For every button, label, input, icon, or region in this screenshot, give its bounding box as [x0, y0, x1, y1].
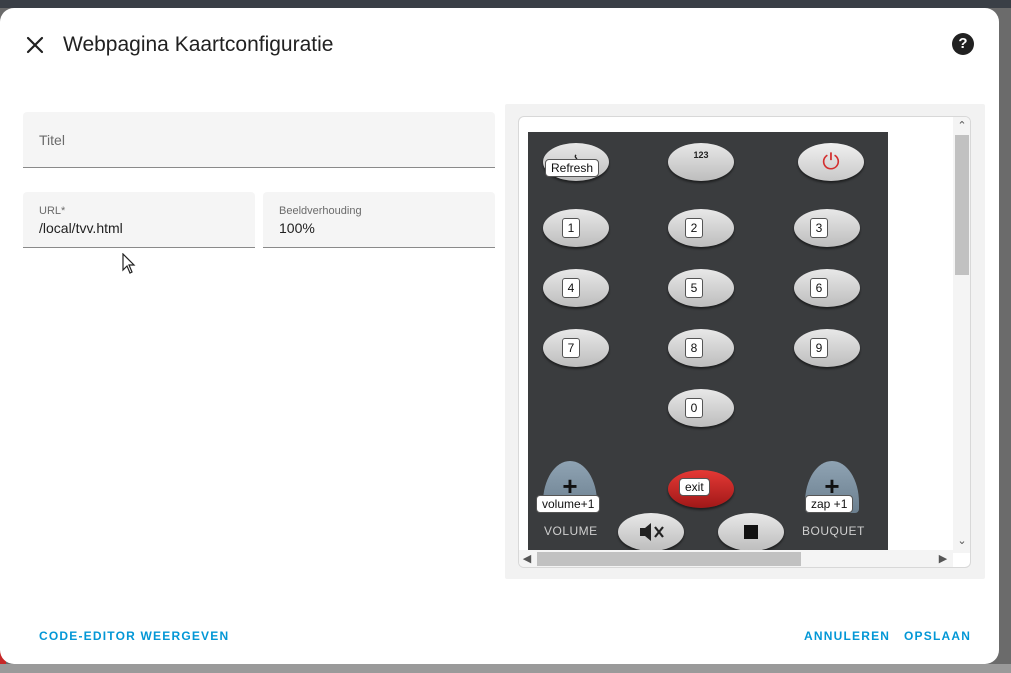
save-button[interactable]: OPSLAAN — [904, 629, 971, 643]
mouse-cursor-icon — [122, 253, 136, 274]
key-5-label: 5 — [685, 278, 703, 298]
scroll-left-icon[interactable]: ◀ — [519, 551, 535, 567]
close-button[interactable] — [22, 32, 48, 58]
stop-button[interactable] — [718, 513, 784, 550]
close-icon — [26, 36, 44, 54]
refresh-tooltip: Refresh — [545, 159, 600, 177]
key-2-label: 2 — [685, 218, 703, 238]
key-1-label: 1 — [562, 218, 580, 238]
backdrop-bottom — [0, 664, 1011, 673]
key-0-label: 0 — [685, 398, 703, 418]
mute-button[interactable] — [618, 513, 684, 550]
vertical-scroll-thumb[interactable] — [955, 135, 969, 275]
mute-icon — [640, 523, 664, 541]
horizontal-scroll-thumb[interactable] — [537, 552, 801, 566]
card-preview: ⌇ 123 ⏻ Refresh 1 2 3 4 5 — [505, 104, 985, 579]
numpad-button[interactable]: 123 — [668, 143, 734, 181]
url-field-value: /local/tvv.html — [39, 220, 123, 236]
key-4-label: 4 — [562, 278, 580, 298]
preview-vertical-scrollbar[interactable]: ⌃ ⌄ — [953, 117, 970, 553]
title-field-label: Titel — [39, 132, 65, 148]
backdrop-top — [0, 0, 1011, 8]
url-field-label: URL* — [39, 205, 66, 217]
key-9-label: 9 — [810, 338, 828, 358]
scroll-up-icon[interactable]: ⌃ — [954, 118, 970, 134]
stop-icon — [744, 525, 758, 539]
url-field[interactable]: URL* /local/tvv.html — [23, 192, 255, 248]
power-icon: ⏻ — [822, 149, 840, 174]
volume-up-tooltip: volume+1 — [536, 495, 601, 513]
remote-control: ⌇ 123 ⏻ Refresh 1 2 3 4 5 — [528, 125, 888, 550]
bouquet-label: BOUQUET — [802, 524, 865, 538]
key-7-label: 7 — [562, 338, 580, 358]
numpad-icon: 123 — [693, 150, 709, 160]
title-field[interactable]: Titel — [23, 112, 495, 168]
volume-label: VOLUME — [544, 524, 598, 538]
aspect-ratio-label: Beeldverhouding — [279, 205, 362, 217]
preview-horizontal-scrollbar[interactable]: ◀ ▶ — [519, 550, 953, 567]
card-config-dialog: Webpagina Kaartconfiguratie ? Titel URL*… — [0, 8, 999, 664]
cancel-button[interactable]: ANNULEREN — [804, 629, 890, 643]
aspect-ratio-value: 100% — [279, 220, 315, 236]
dialog-title: Webpagina Kaartconfiguratie — [63, 33, 334, 56]
zap-up-tooltip: zap +1 — [805, 495, 854, 513]
key-3-label: 3 — [810, 218, 828, 238]
exit-tooltip: exit — [679, 478, 710, 496]
scroll-right-icon[interactable]: ▶ — [935, 551, 951, 567]
code-editor-button[interactable]: CODE-EDITOR WEERGEVEN — [39, 629, 229, 643]
help-icon[interactable]: ? — [952, 33, 974, 55]
phone-status-bar — [528, 125, 888, 132]
scroll-down-icon[interactable]: ⌄ — [954, 533, 970, 549]
dialog-header: Webpagina Kaartconfiguratie ? — [0, 8, 999, 80]
iframe-preview[interactable]: ⌇ 123 ⏻ Refresh 1 2 3 4 5 — [518, 116, 971, 568]
aspect-ratio-field[interactable]: Beeldverhouding 100% — [263, 192, 495, 248]
key-6-label: 6 — [810, 278, 828, 298]
power-button[interactable]: ⏻ — [798, 143, 864, 181]
key-8-label: 8 — [685, 338, 703, 358]
